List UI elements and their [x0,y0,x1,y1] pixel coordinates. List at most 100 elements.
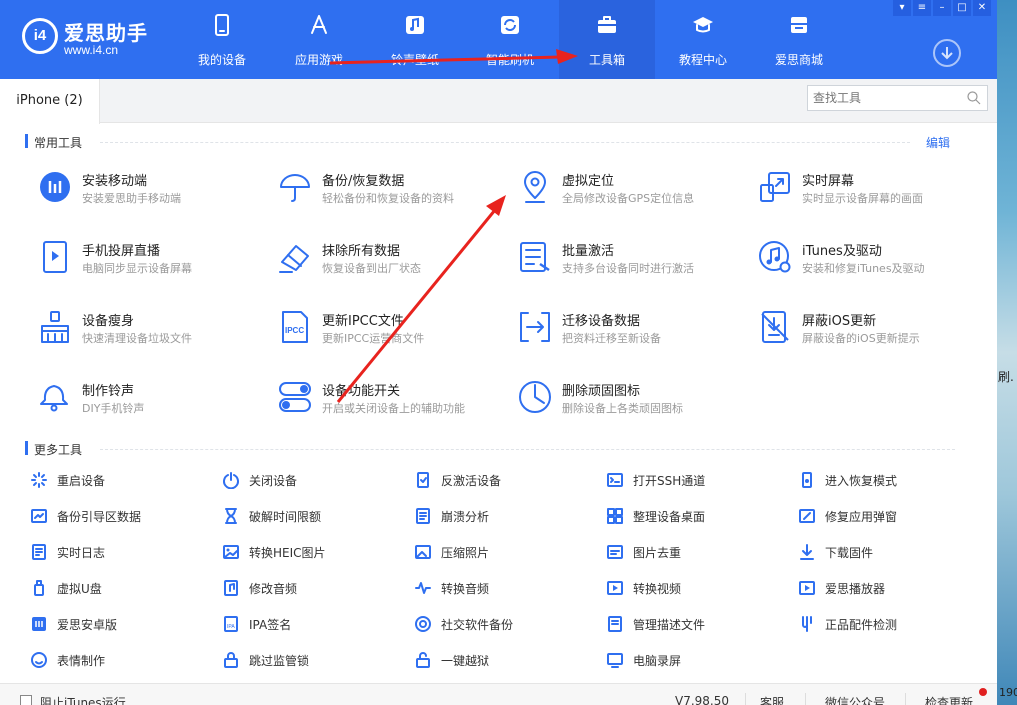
more-tool-item[interactable]: 爱思安卓版 [30,614,210,634]
menu-button[interactable]: ≡ [913,0,931,16]
more-tool-item[interactable]: 虚拟U盘 [30,578,210,598]
tool-block-ios-update[interactable]: 屏蔽iOS更新 屏蔽设备的iOS更新提示 [758,310,997,354]
tool-update-ipcc[interactable]: IPCC 更新IPCC文件 更新IPCC运营商文件 [278,310,518,354]
tool-name: 管理描述文件 [633,618,706,632]
more-tool-item[interactable]: 社交软件备份 [414,614,594,634]
search-icon[interactable] [965,89,983,107]
tool-itunes-driver[interactable]: iTunes及驱动 安装和修复iTunes及驱动 [758,240,997,284]
tool-function-switch[interactable]: 设备功能开关 开启或关闭设备上的辅助功能 [278,380,518,424]
more-tool-item[interactable]: 关闭设备 [222,470,402,490]
music-icon [406,16,424,34]
more-tool-item[interactable]: 整理设备桌面 [606,506,786,526]
more-tool-item[interactable]: 修复应用弹窗 [798,506,978,526]
more-tool-item[interactable]: 转换视频 [606,578,786,598]
more-tool-item[interactable]: 跳过监管锁 [222,650,402,670]
edit-link[interactable]: 编辑 [926,134,950,151]
wechat-link[interactable]: 微信公众号 [825,694,885,705]
tool-desc: 把资料迁移至新设备 [562,332,661,345]
close-icon: ✕ [977,2,987,13]
tool-name: 正品配件检测 [825,618,898,632]
tool-make-ringtone[interactable]: 制作铃声 DIY手机铃声 [38,380,278,424]
nav-tutorials[interactable]: 教程中心 [655,0,751,79]
search-box[interactable] [807,85,988,111]
tool-batch-activate[interactable]: 批量激活 支持多台设备同时进行激活 [518,240,758,284]
tool-name: 安装移动端 [82,174,148,189]
checkbox-label[interactable]: 阻止iTunes运行 [40,694,126,705]
more-tool-item[interactable]: 管理描述文件 [606,614,786,634]
tool-virtual-location[interactable]: 虚拟定位 全局修改设备GPS定位信息 [518,170,758,214]
tool-delete-icons[interactable]: 删除顽固图标 删除设备上各类顽固图标 [518,380,758,424]
toolbox-icon [598,16,616,33]
store-icon [791,17,807,33]
more-tool-item[interactable]: 压缩照片 [414,542,594,562]
more-tool-item[interactable]: 表情制作 [30,650,210,670]
more-tool-item[interactable]: 转换音频 [414,578,594,598]
tool-erase-all[interactable]: 抹除所有数据 恢复设备到出厂状态 [278,240,518,284]
app-url: www.i4.cn [64,43,119,57]
tool-name: 更新IPCC文件 [322,314,404,329]
more-tool-item[interactable]: 重启设备 [30,470,210,490]
tool-desc: 删除设备上各类顽固图标 [562,402,683,415]
notification-dot [979,688,987,696]
recovery-icon [802,472,812,488]
tool-live-screen[interactable]: 实时屏幕 实时显示设备屏幕的画面 [758,170,997,214]
nav-smart-flash[interactable]: 智能刷机 [462,0,558,79]
eraser-icon [279,245,309,273]
tool-name: 转换音频 [441,582,490,596]
separator [905,693,906,705]
close-button[interactable]: ✕ [973,0,991,16]
batch-activate-icon [520,242,550,272]
hourglass-icon [225,508,237,524]
more-tool-item[interactable]: 反激活设备 [414,470,594,490]
check-update-link[interactable]: 检查更新 [925,694,973,705]
i4-android-icon [32,617,46,631]
download-manager-button[interactable] [933,39,961,67]
tool-migrate-data[interactable]: 迁移设备数据 把资料迁移至新设备 [518,310,758,354]
i4-mobile-icon [40,172,70,202]
tool-phone-cast[interactable]: 手机投屏直播 电脑同步显示设备屏幕 [38,240,278,284]
more-tool-item[interactable]: 爱思播放器 [798,578,978,598]
more-tool-item[interactable]: 正品配件检测 [798,614,978,634]
image-convert-icon [223,545,239,559]
version-text: V7.98.50 [675,694,730,705]
tool-backup-restore[interactable]: 备份/恢复数据 轻松备份和恢复设备的资料 [278,170,518,214]
tool-device-clean[interactable]: 设备瘦身 快速清理设备垃圾文件 [38,310,278,354]
refresh-icon [501,16,519,34]
nav-apps-games[interactable]: 应用游戏 [271,0,367,79]
more-tool-item[interactable]: 备份引导区数据 [30,506,210,526]
nav-store[interactable]: 爱思商城 [751,0,847,79]
skin-button[interactable]: ▾ [893,0,911,16]
more-tool-item[interactable]: 下载固件 [798,542,978,562]
minimize-button[interactable]: – [933,0,951,16]
tab-iphone[interactable]: iPhone (2) [0,79,100,124]
tool-name: 转换视频 [633,582,682,596]
more-tool-item[interactable]: 修改音频 [222,578,402,598]
more-tool-item[interactable]: 进入恢复模式 [798,470,978,490]
nav-label: 爱思商城 [774,53,823,67]
more-tool-item[interactable]: 打开SSH通道 [606,470,786,490]
tool-desc: 安装爱思助手移动端 [82,192,181,205]
search-input[interactable] [813,90,963,106]
nav-my-device[interactable]: 我的设备 [174,0,270,79]
more-tool-item[interactable]: IPA IPA签名 [222,614,402,634]
audio-edit-icon [224,580,238,596]
more-tool-item[interactable]: 转换HEIC图片 [222,542,402,562]
nav-toolbox[interactable]: 工具箱 [559,0,655,79]
more-tool-item[interactable]: 电脑录屏 [606,650,786,670]
more-tool-item[interactable]: 崩溃分析 [414,506,594,526]
more-tool-item[interactable]: 一键越狱 [414,650,594,670]
block-itunes-checkbox[interactable] [20,695,32,705]
maximize-button[interactable]: □ [953,0,971,16]
tool-install-mobile[interactable]: 安装移动端 安装爱思助手移动端 [38,170,278,214]
more-tool-item[interactable]: 破解时间限额 [222,506,402,526]
more-tool-item[interactable]: 图片去重 [606,542,786,562]
tool-name: 图片去重 [633,546,682,560]
i4-logo-icon: i4 [22,18,58,54]
customer-service-link[interactable]: 客服 [760,694,784,705]
nav-label: 教程中心 [678,53,727,67]
divider [100,142,910,143]
tool-name: 爱思播放器 [825,582,886,596]
nav-ringtones-wallpapers[interactable]: 铃声壁纸 [367,0,463,79]
more-tool-item[interactable]: 实时日志 [30,542,210,562]
repair-icon [799,509,815,523]
